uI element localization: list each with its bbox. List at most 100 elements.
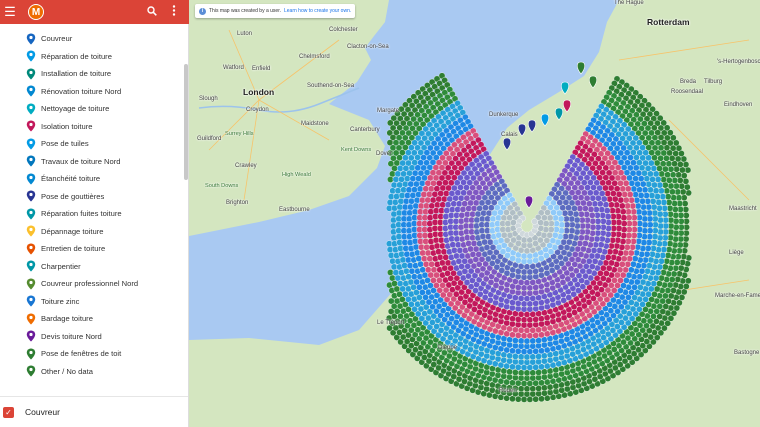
map-marker[interactable] <box>466 380 474 387</box>
map-marker[interactable] <box>641 209 648 217</box>
map-marker[interactable] <box>489 337 496 345</box>
map-marker[interactable] <box>639 180 647 188</box>
legend-item[interactable]: Pose de gouttières <box>0 188 188 206</box>
map-marker[interactable] <box>654 176 662 183</box>
map-marker[interactable] <box>619 208 627 215</box>
map-marker[interactable] <box>405 186 413 194</box>
map-marker[interactable] <box>616 266 624 274</box>
map-marker[interactable] <box>486 314 494 321</box>
scrollbar-thumb[interactable] <box>184 64 188 180</box>
legend-item[interactable]: Nettoyage de toiture <box>0 100 188 118</box>
legend-item[interactable]: Réparation fuites toiture <box>0 205 188 223</box>
map-marker[interactable] <box>402 180 409 188</box>
map-marker[interactable] <box>641 186 649 194</box>
map-marker[interactable] <box>515 257 522 264</box>
map-marker[interactable] <box>620 220 628 227</box>
map-marker[interactable] <box>656 280 663 287</box>
layer-row[interactable]: ✓ Couvreur <box>0 400 189 424</box>
more-vert-icon[interactable] <box>167 5 181 19</box>
map-marker[interactable] <box>406 262 414 269</box>
map-marker[interactable] <box>470 205 478 212</box>
map-marker[interactable] <box>680 288 688 296</box>
map-marker[interactable] <box>504 220 512 227</box>
map-marker[interactable] <box>637 192 645 199</box>
map-marker[interactable] <box>492 299 499 307</box>
map-marker[interactable] <box>403 267 410 275</box>
map-marker[interactable] <box>523 353 531 361</box>
map-marker[interactable] <box>404 175 411 182</box>
map-marker[interactable] <box>443 207 451 214</box>
map-marker[interactable] <box>656 210 664 218</box>
hamburger-menu-icon[interactable]: ☰ <box>3 5 17 19</box>
map-marker[interactable] <box>497 209 504 216</box>
map-marker[interactable] <box>680 155 688 163</box>
legend-item[interactable]: Couvreur <box>0 30 188 48</box>
map-marker[interactable] <box>576 240 584 247</box>
map-marker[interactable] <box>563 352 571 360</box>
map-marker[interactable] <box>477 367 485 375</box>
map-marker[interactable] <box>587 206 595 213</box>
map-marker[interactable] <box>470 240 478 247</box>
map-marker[interactable] <box>656 263 664 271</box>
map-marker[interactable] <box>619 261 626 268</box>
map-marker[interactable] <box>389 170 396 178</box>
map-marker[interactable] <box>654 269 662 276</box>
map-marker[interactable] <box>630 185 638 193</box>
map-marker[interactable] <box>408 267 416 275</box>
map-marker[interactable] <box>640 203 647 211</box>
map-marker[interactable] <box>396 165 404 172</box>
map-marker[interactable] <box>602 201 610 208</box>
map-marker[interactable] <box>430 180 437 187</box>
map-marker[interactable] <box>658 170 665 178</box>
map-marker[interactable] <box>626 191 634 198</box>
map-marker[interactable] <box>652 170 660 178</box>
legend-item[interactable]: Toiture zinc <box>0 293 188 311</box>
map-marker[interactable] <box>459 206 467 213</box>
map-marker[interactable] <box>557 215 565 223</box>
map-marker[interactable] <box>611 195 619 203</box>
map-marker[interactable] <box>420 191 428 198</box>
map-marker[interactable] <box>542 220 550 227</box>
map-marker[interactable] <box>394 170 402 178</box>
map-marker[interactable] <box>392 176 400 183</box>
map-marker[interactable] <box>628 266 635 274</box>
map-marker[interactable] <box>549 301 557 309</box>
map-marker[interactable] <box>429 196 437 204</box>
map-marker[interactable] <box>664 287 672 294</box>
legend-item[interactable]: Travaux de toiture Nord <box>0 153 188 171</box>
map-marker[interactable] <box>591 200 599 208</box>
map-marker[interactable] <box>617 196 625 204</box>
legend-item[interactable]: Entretien de toiture <box>0 240 188 258</box>
map-marker[interactable] <box>492 316 499 324</box>
map-marker[interactable] <box>572 210 580 218</box>
map-marker[interactable] <box>672 206 679 213</box>
map-marker[interactable] <box>667 165 675 173</box>
map-marker[interactable] <box>390 263 398 271</box>
map-marker[interactable] <box>482 204 489 211</box>
map-marker[interactable] <box>606 195 613 203</box>
map-marker[interactable] <box>428 202 436 210</box>
legend-item[interactable]: Isolation toiture <box>0 118 188 136</box>
map-marker[interactable] <box>636 273 643 280</box>
map-marker[interactable] <box>452 194 459 202</box>
map-marker[interactable] <box>682 161 690 168</box>
map-marker[interactable] <box>409 175 417 182</box>
map-marker[interactable] <box>684 183 691 191</box>
map-marker[interactable] <box>503 269 511 277</box>
legend-item[interactable]: Réparation de toiture <box>0 48 188 66</box>
map-marker[interactable] <box>683 283 690 290</box>
map-marker[interactable] <box>612 248 619 255</box>
map-marker[interactable] <box>656 204 663 212</box>
map-marker[interactable] <box>590 247 598 254</box>
map-marker[interactable] <box>580 245 587 253</box>
map-marker[interactable] <box>531 218 538 225</box>
map-marker[interactable] <box>610 254 617 261</box>
map-marker[interactable] <box>650 280 658 287</box>
map-marker[interactable] <box>483 385 490 393</box>
legend-item[interactable]: Pose de fenêtres de toit <box>0 345 188 363</box>
map-marker[interactable] <box>608 259 615 267</box>
map-marker[interactable] <box>672 212 680 219</box>
map-marker[interactable] <box>543 286 551 294</box>
map-marker[interactable] <box>523 369 531 377</box>
map-marker[interactable] <box>478 350 485 358</box>
